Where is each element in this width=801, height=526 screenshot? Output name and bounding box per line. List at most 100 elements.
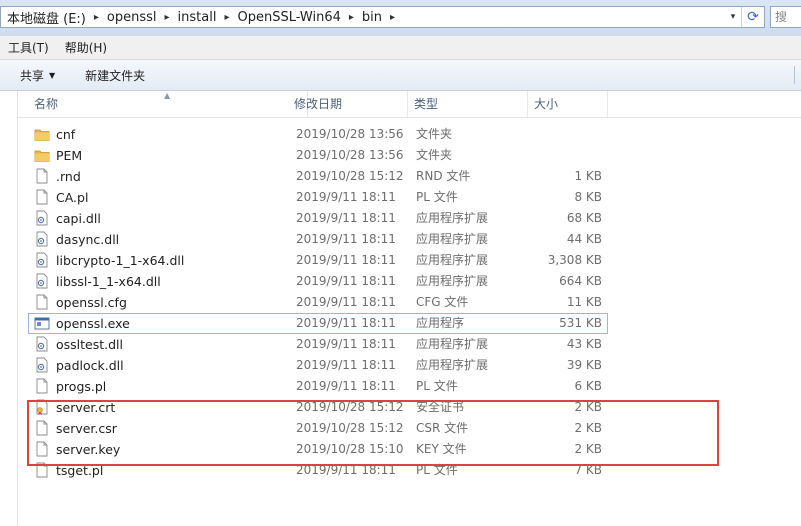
address-dropdown-icon[interactable]: ▾ <box>725 7 741 27</box>
file-row[interactable]: openssl.exe 2019/9/11 18:11 应用程序 531 KB <box>28 313 608 334</box>
file-name: capi.dll <box>56 211 101 226</box>
breadcrumb-separator-icon[interactable]: ▸ <box>347 12 356 23</box>
sort-ascending-icon: ▲ <box>164 91 171 100</box>
file-row[interactable]: cnf 2019/10/28 13:56 文件夹 <box>28 124 608 145</box>
file-size: 664 KB <box>559 274 602 288</box>
file-name: libcrypto-1_1-x64.dll <box>56 253 185 268</box>
file-size: 39 KB <box>566 358 602 372</box>
file-name: .rnd <box>56 169 81 184</box>
breadcrumb-install[interactable]: install <box>172 10 223 25</box>
file-size: 6 KB <box>574 379 602 393</box>
file-name: openssl.cfg <box>56 295 127 310</box>
file-date: 2019/9/11 18:11 <box>296 295 396 309</box>
file-row[interactable]: CA.pl 2019/9/11 18:11 PL 文件 8 KB <box>28 187 608 208</box>
file-icon <box>34 294 50 310</box>
dll-icon <box>34 252 50 268</box>
file-name: PEM <box>56 148 83 163</box>
menu-tools[interactable]: 工具(T) <box>0 39 57 56</box>
file-type: PL 文件 <box>416 379 458 393</box>
file-type: 应用程序扩展 <box>416 211 489 225</box>
file-type: 应用程序扩展 <box>416 358 489 372</box>
toolbar-divider <box>794 66 801 84</box>
file-date: 2019/9/11 18:11 <box>296 316 396 330</box>
file-size: 8 KB <box>574 190 602 204</box>
breadcrumb-separator-icon[interactable]: ▸ <box>222 12 231 23</box>
file-type: 文件夹 <box>416 127 453 141</box>
file-name: dasync.dll <box>56 232 120 247</box>
breadcrumb-drive[interactable]: 本地磁盘 (E:) <box>1 8 92 27</box>
file-date: 2019/9/11 18:11 <box>296 337 396 351</box>
highlight-annotation-box <box>27 400 719 466</box>
dll-icon <box>34 357 50 373</box>
file-size: 43 KB <box>566 337 602 351</box>
file-type: 应用程序扩展 <box>416 253 489 267</box>
file-type: 应用程序扩展 <box>416 232 489 246</box>
new-folder-button[interactable]: 新建文件夹 <box>75 67 155 84</box>
menu-help[interactable]: 帮助(H) <box>57 39 115 56</box>
file-date: 2019/9/11 18:11 <box>296 211 396 225</box>
file-size: 531 KB <box>559 316 602 330</box>
file-type: RND 文件 <box>416 169 471 183</box>
share-button[interactable]: 共享 ▼ <box>10 67 65 84</box>
file-size: 11 KB <box>566 295 602 309</box>
file-name: libssl-1_1-x64.dll <box>56 274 161 289</box>
file-size: 44 KB <box>566 232 602 246</box>
address-bar-row: 本地磁盘 (E:) ▸ openssl ▸ install ▸ OpenSSL-… <box>0 0 801 36</box>
file-row[interactable]: progs.pl 2019/9/11 18:11 PL 文件 6 KB <box>28 376 608 397</box>
column-name-label: 名称 <box>34 97 59 111</box>
breadcrumb-separator-icon[interactable]: ▸ <box>388 12 397 23</box>
file-row[interactable]: openssl.cfg 2019/9/11 18:11 CFG 文件 11 KB <box>28 292 608 313</box>
file-type: 应用程序 <box>416 316 465 330</box>
file-name: openssl.exe <box>56 316 130 331</box>
file-row[interactable]: padlock.dll 2019/9/11 18:11 应用程序扩展 39 KB <box>28 355 608 376</box>
breadcrumb-separator-icon[interactable]: ▸ <box>163 12 172 23</box>
file-name: ossltest.dll <box>56 337 124 352</box>
file-type: 应用程序扩展 <box>416 274 489 288</box>
file-name: progs.pl <box>56 379 107 394</box>
file-date: 2019/9/11 18:11 <box>296 379 396 393</box>
file-icon <box>34 378 50 394</box>
column-size-header[interactable]: 大小 <box>528 91 608 117</box>
refresh-icon[interactable]: ⟳ <box>741 7 764 27</box>
file-row[interactable]: ossltest.dll 2019/9/11 18:11 应用程序扩展 43 KB <box>28 334 608 355</box>
column-name-header[interactable]: 名称 ▲ <box>28 91 308 117</box>
file-size: 1 KB <box>574 169 602 183</box>
file-row[interactable]: PEM 2019/10/28 13:56 文件夹 <box>28 145 608 166</box>
file-date: 2019/10/28 15:12 <box>296 169 404 183</box>
file-type: 应用程序扩展 <box>416 337 489 351</box>
folder-icon <box>34 126 50 142</box>
dll-icon <box>34 273 50 289</box>
file-row[interactable]: .rnd 2019/10/28 15:12 RND 文件 1 KB <box>28 166 608 187</box>
file-name: cnf <box>56 127 76 142</box>
file-row[interactable]: capi.dll 2019/9/11 18:11 应用程序扩展 68 KB <box>28 208 608 229</box>
address-bar[interactable]: 本地磁盘 (E:) ▸ openssl ▸ install ▸ OpenSSL-… <box>0 6 765 28</box>
menu-bar: 工具(T) 帮助(H) <box>0 36 801 60</box>
navigation-pane[interactable] <box>0 91 18 526</box>
file-row[interactable]: libssl-1_1-x64.dll 2019/9/11 18:11 应用程序扩展 6… <box>28 271 608 292</box>
dll-icon <box>34 210 50 226</box>
file-row[interactable]: dasync.dll 2019/9/11 18:11 应用程序扩展 44 KB <box>28 229 608 250</box>
file-size: 68 KB <box>566 211 602 225</box>
file-date: 2019/9/11 18:11 <box>296 253 396 267</box>
file-date: 2019/10/28 13:56 <box>296 127 404 141</box>
column-header: 名称 ▲ 修改日期 类型 大小 <box>18 91 801 118</box>
file-date: 2019/9/11 18:11 <box>296 274 396 288</box>
file-icon <box>34 168 50 184</box>
search-input[interactable]: 搜 <box>770 6 801 28</box>
breadcrumb-bin[interactable]: bin <box>356 10 388 25</box>
file-date: 2019/9/11 18:11 <box>296 358 396 372</box>
file-icon <box>34 189 50 205</box>
dll-icon <box>34 231 50 247</box>
breadcrumb-openssl[interactable]: openssl <box>101 10 163 25</box>
share-label: 共享 <box>20 68 45 83</box>
breadcrumb-openssl-win64[interactable]: OpenSSL-Win64 <box>232 10 347 25</box>
command-toolbar: 共享 ▼ 新建文件夹 <box>0 60 801 91</box>
breadcrumb-separator-icon[interactable]: ▸ <box>92 12 101 23</box>
file-size: 3,308 KB <box>547 253 602 267</box>
column-type-header[interactable]: 类型 <box>408 91 528 117</box>
folder-icon <box>34 147 50 163</box>
column-date-header[interactable]: 修改日期 <box>288 91 408 117</box>
file-type: CFG 文件 <box>416 295 469 309</box>
file-row[interactable]: libcrypto-1_1-x64.dll 2019/9/11 18:11 应用程序… <box>28 250 608 271</box>
chevron-down-icon: ▼ <box>49 70 56 80</box>
